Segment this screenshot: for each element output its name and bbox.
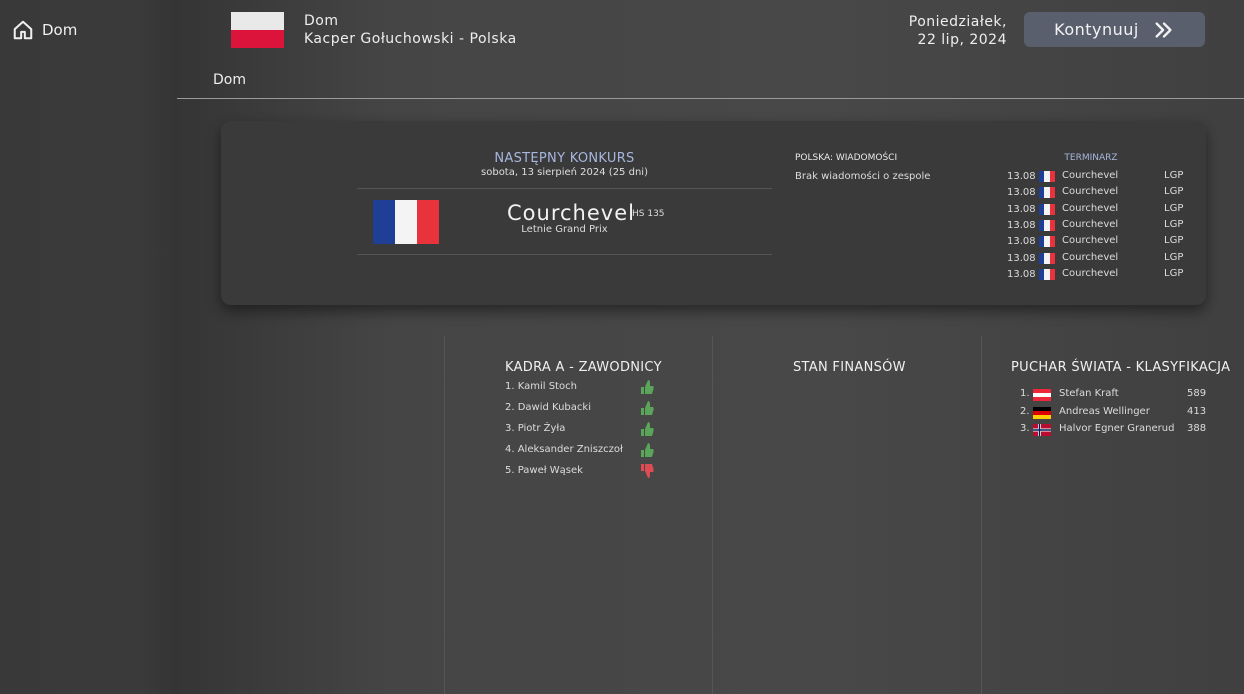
hill-size: HS 135 [632,209,665,219]
breadcrumb[interactable]: Dom [213,72,246,88]
schedule-type: LGP [1164,170,1184,181]
thumbs-up-icon [640,399,654,417]
norway-flag-icon [1033,424,1051,437]
next-contest-venue[interactable]: Courchevel [507,201,635,225]
france-flag-icon [1039,236,1055,248]
main-area: Dom Kacper Gołuchowski - Polska Poniedzi… [177,0,1244,694]
sidebar-item-label: Dom [42,21,78,39]
schedule-type: LGP [1164,235,1184,247]
world-cup-title: PUCHAR ŚWIATA - KLASYFIKACJA [1011,360,1231,375]
france-flag-icon [1039,268,1055,280]
schedule-date: 13.08 [1007,203,1036,215]
squad-player-row[interactable]: 3. Piotr Żyła [505,420,658,440]
poland-flag-icon [231,12,284,48]
schedule-venue: Courchevel [1062,267,1119,279]
squad-player-row[interactable]: 5. Paweł Wąsek [505,462,658,482]
schedule-venue: Courchevel [1062,235,1119,247]
schedule-type: LGP [1164,202,1184,214]
france-flag-icon [1039,203,1055,215]
ranking-position: 1. [1020,388,1030,399]
schedule-type: LGP [1164,267,1184,279]
world-cup-row[interactable]: 3. Halvor Egner Granerud 388 [1020,422,1210,438]
divider [357,254,772,255]
finances-title: STAN FINANSÓW [793,360,906,375]
next-contest-card: NASTĘPNY KONKURS sobota, 13 sierpień 202… [221,121,1206,305]
jumper-points: 388 [1187,423,1207,435]
jumper-points: 413 [1187,405,1207,417]
thumbs-down-icon [640,462,654,480]
player-name: 5. Paweł Wąsek [505,465,583,476]
next-contest-date: sobota, 13 sierpień 2024 (25 dni) [481,167,648,178]
schedule-venue: Courchevel [1062,202,1119,214]
schedule-type: LGP [1164,251,1184,263]
squad-player-row[interactable]: 2. Dawid Kubacki [505,399,658,419]
france-flag-icon [1039,187,1055,199]
news-empty-text: Brak wiadomości o zespole [795,171,931,182]
france-flag-icon [1039,252,1055,264]
schedule-title[interactable]: TERMINARZ [1037,153,1145,163]
player-name: 3. Piotr Żyła [505,423,566,434]
squad-player-row[interactable]: 1. Kamil Stoch [505,378,658,398]
schedule-venue: Courchevel [1062,170,1119,181]
squad-player-row[interactable]: 4. Aleksander Zniszczoł [505,441,658,461]
schedule-date: 13.08 [1007,171,1036,182]
ranking-position: 3. [1020,423,1030,435]
current-day: Poniedziałek, [908,14,1007,30]
jumper-name: Stefan Kraft [1059,388,1119,399]
competition-name: Letnie Grand Prix [521,224,608,235]
schedule-date: 13.08 [1007,268,1036,280]
france-flag-icon [373,200,439,244]
schedule-date: 13.08 [1007,219,1036,231]
austria-flag-icon [1033,389,1051,401]
header-divider [177,98,1244,99]
sidebar: Dom [0,0,177,694]
page-subtitle: Kacper Gołuchowski - Polska [304,31,517,47]
player-name: 1. Kamil Stoch [505,381,577,392]
schedule-type: LGP [1164,186,1184,198]
news-title: POLSKA: WIADOMOŚCI [795,153,898,163]
column-divider [712,336,713,694]
schedule-type: LGP [1164,218,1184,230]
current-date-value: 22 lip, 2024 [917,32,1007,48]
jumper-name: Andreas Wellinger [1059,405,1150,417]
france-flag-icon [1039,171,1055,182]
page-title: Dom [304,13,339,29]
jumper-name: Halvor Egner Granerud [1059,423,1175,435]
schedule-date: 13.08 [1007,236,1036,248]
germany-flag-icon [1033,406,1051,419]
double-chevron-right-icon [1155,21,1172,38]
world-cup-row[interactable]: 2. Andreas Wellinger 413 [1020,405,1210,421]
column-divider [444,336,445,694]
world-cup-row[interactable]: 1. Stefan Kraft 589 [1020,387,1210,403]
column-divider [981,336,982,694]
continue-button[interactable]: Kontynuuj [1024,12,1205,47]
ranking-position: 2. [1020,405,1030,417]
schedule-venue: Courchevel [1062,251,1119,263]
france-flag-icon [1039,219,1055,231]
schedule-venue: Courchevel [1062,218,1119,230]
thumbs-up-icon [640,441,654,459]
player-name: 2. Dawid Kubacki [505,402,591,413]
schedule-date: 13.08 [1007,187,1036,199]
jumper-points: 589 [1187,388,1207,399]
thumbs-up-icon [640,420,654,438]
divider [357,188,772,189]
schedule-date: 13.08 [1007,252,1036,264]
home-icon [13,20,33,40]
sidebar-item-home[interactable]: Dom [12,19,77,41]
thumbs-up-icon [640,378,654,396]
continue-button-label: Kontynuuj [1054,20,1139,39]
schedule-venue: Courchevel [1062,186,1119,198]
squad-title: KADRA A - ZAWODNICY [505,360,662,375]
player-name: 4. Aleksander Zniszczoł [505,444,623,455]
current-date: Poniedziałek, 22 lip, 2024 [909,13,1007,49]
next-contest-title: NASTĘPNY KONKURS [494,151,635,166]
